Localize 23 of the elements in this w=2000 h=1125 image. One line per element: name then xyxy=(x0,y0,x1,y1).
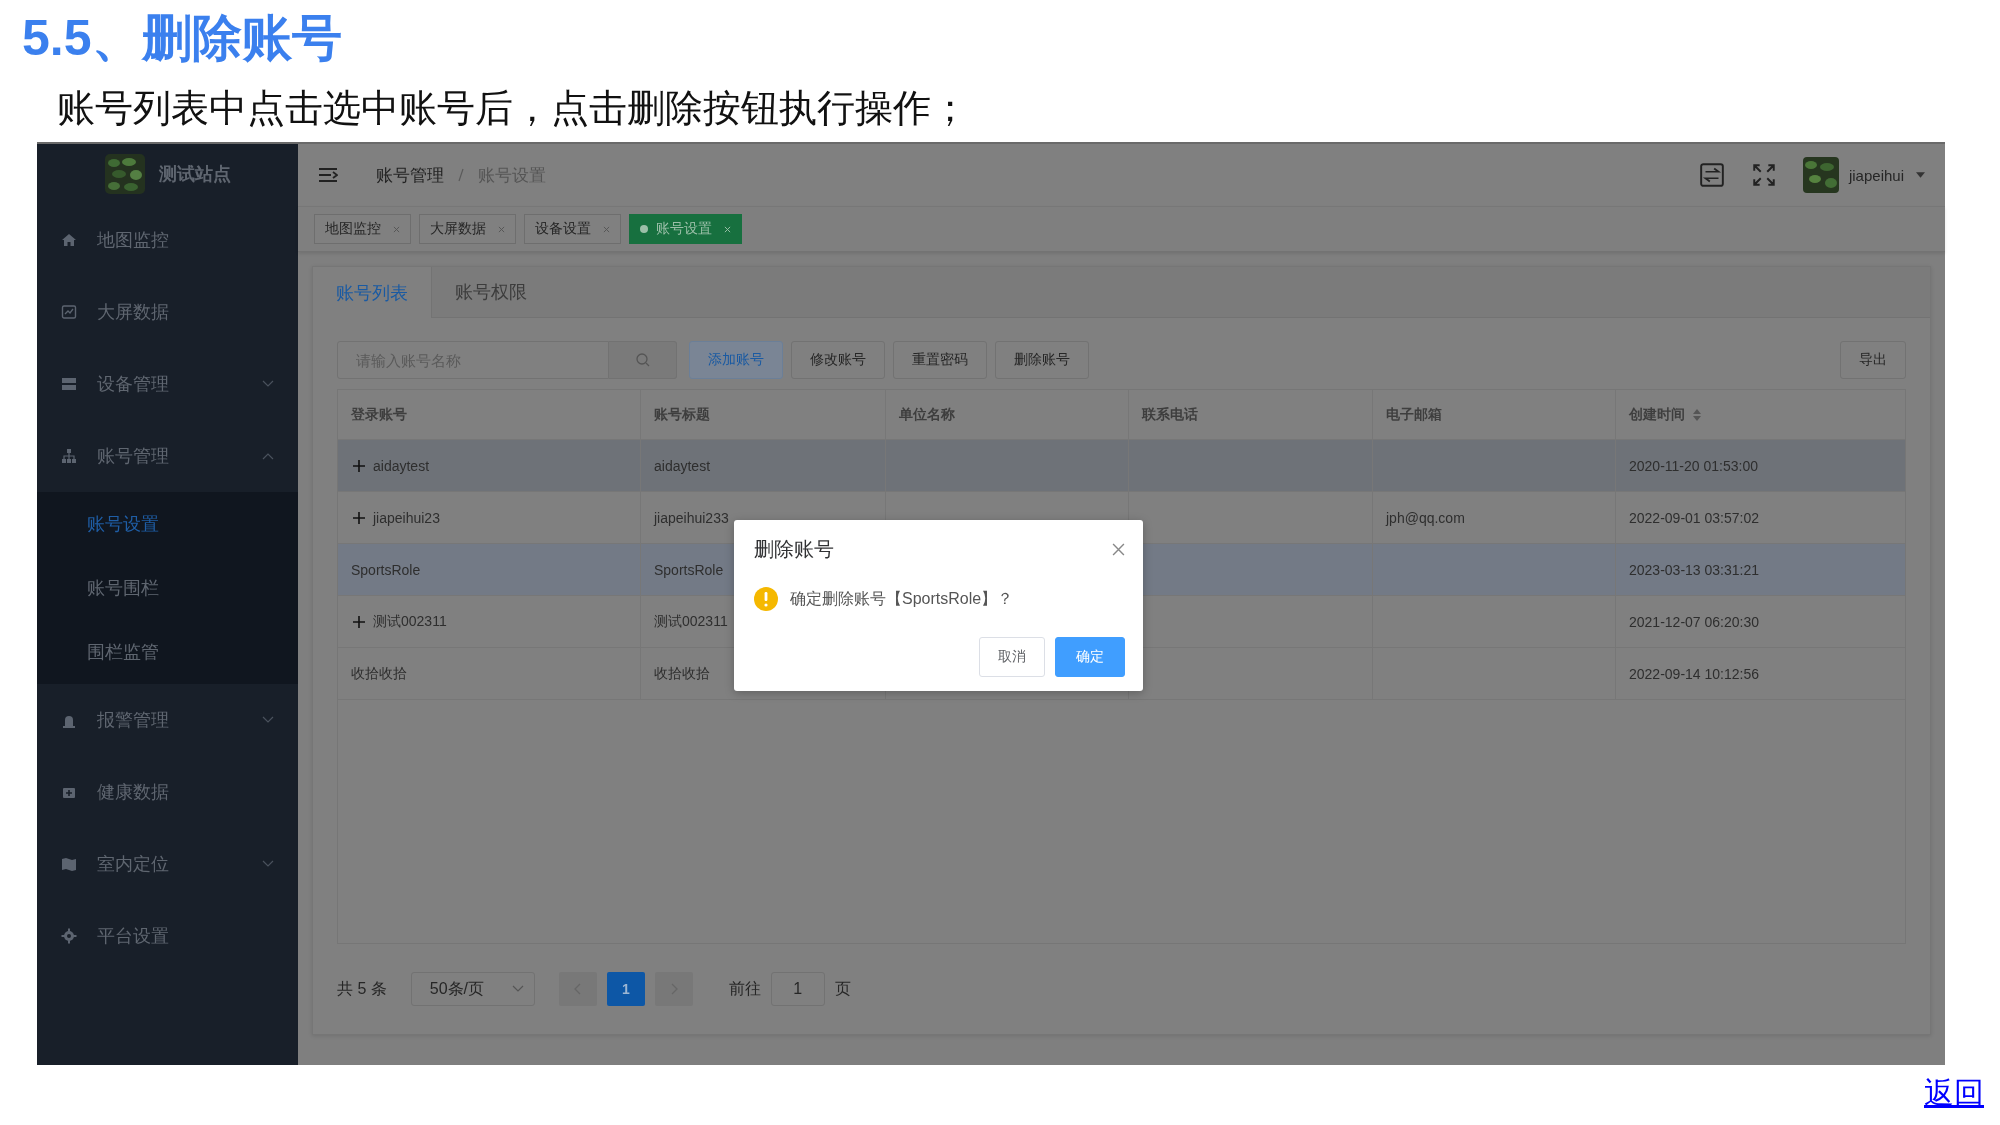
total-count: 共 5 条 xyxy=(337,978,387,999)
table-cell: 2020-11-20 01:53:00 xyxy=(1629,457,1758,474)
table-cell: 测试002311 xyxy=(373,612,447,631)
table-cell: 收拾收拾 xyxy=(351,664,407,683)
table-cell: jph@qq.com xyxy=(1386,509,1465,526)
section-heading: 5.5、删除账号 xyxy=(22,9,343,68)
description-text: 账号列表中点击选中账号后，点击删除按钮执行操作； xyxy=(57,86,970,131)
table-cell: 2022-09-14 10:12:56 xyxy=(1629,665,1759,682)
table-cell: 2022-09-01 03:57:02 xyxy=(1629,509,1759,526)
table-cell: SportsRole xyxy=(654,561,724,578)
table-cell: 测试002311 xyxy=(654,612,728,631)
site-name: 测试站点 xyxy=(158,163,231,186)
table-cell: jiapeihui23 xyxy=(373,509,440,526)
dialog-message: 确定删除账号【SportsRole】？ xyxy=(790,588,1014,609)
table-cell: aidaytest xyxy=(654,457,711,474)
table-cell: SportsRole xyxy=(351,561,421,578)
table-cell: 2023-03-13 03:31:21 xyxy=(1629,561,1759,578)
table-cell: 2021-12-07 06:20:30 xyxy=(1629,613,1759,630)
table-cell: 收拾收拾 xyxy=(654,664,710,683)
page-unit: 页 xyxy=(834,978,851,999)
goto-label: 前往 xyxy=(728,978,761,999)
table-cell: aidaytest xyxy=(373,457,430,474)
table-cell: jiapeihui233 xyxy=(654,509,729,526)
